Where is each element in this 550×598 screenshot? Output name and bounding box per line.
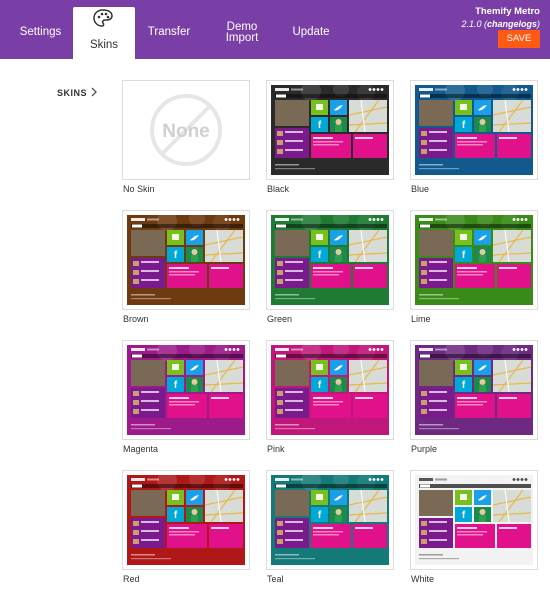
- theme-version-prefix: 2.1.0 (: [461, 19, 487, 29]
- skin-name: No Skin: [123, 184, 155, 194]
- skin-preview-image: f: [127, 215, 245, 305]
- skin-preview-image: f: [415, 475, 533, 565]
- skin-preview-image: f: [415, 215, 533, 305]
- chevron-right-icon: [91, 87, 97, 97]
- tab-update[interactable]: Update: [278, 0, 344, 59]
- skin-preview-image: f: [127, 345, 245, 435]
- changelogs-link[interactable]: changelogs: [487, 19, 537, 29]
- skin-thumbnail[interactable]: f: [122, 340, 250, 440]
- skin-name: Teal: [267, 574, 284, 584]
- theme-version: 2.1.0 (changelogs): [461, 18, 540, 30]
- skin-thumbnail[interactable]: f: [266, 340, 394, 440]
- skin-preview-image: f: [415, 85, 533, 175]
- no-skin-icon: None: [150, 94, 222, 166]
- skin-name: Purple: [411, 444, 438, 454]
- skin-preview-image: f: [271, 85, 389, 175]
- tab-transfer[interactable]: Transfer: [135, 0, 203, 59]
- tab-update-label: Update: [292, 26, 330, 38]
- tab-skins[interactable]: Skins: [73, 7, 135, 59]
- skin-thumbnail[interactable]: None: [122, 80, 250, 180]
- top-bar: Settings Skins Transfer Demo Import Upda…: [0, 0, 550, 59]
- skin-thumbnail[interactable]: f: [122, 470, 250, 570]
- theme-version-suffix: ): [537, 19, 540, 29]
- skin-thumbnail[interactable]: f: [410, 210, 538, 310]
- skin-thumbnail[interactable]: f: [266, 470, 394, 570]
- skin-thumbnail[interactable]: f: [410, 80, 538, 180]
- tab-demo-import[interactable]: Demo Import: [207, 0, 277, 59]
- skin-preview-image: f: [415, 345, 533, 435]
- sidebar-item-skins[interactable]: SKINS: [57, 88, 87, 98]
- skin-thumbnail[interactable]: f: [266, 210, 394, 310]
- skin-thumbnail[interactable]: f: [410, 470, 538, 570]
- tab-demo-import-label-2: Import: [225, 32, 259, 44]
- skin-preview-image: f: [271, 215, 389, 305]
- none-text: None: [162, 121, 210, 142]
- skin-name: White: [411, 574, 435, 584]
- skin-preview-image: f: [271, 345, 389, 435]
- skin-preview-image: f: [271, 475, 389, 565]
- save-button[interactable]: SAVE: [498, 30, 540, 48]
- theme-name: Themify Metro: [475, 6, 540, 17]
- skin-name: Green: [267, 314, 293, 324]
- skin-name: Brown: [123, 314, 149, 324]
- skin-preview-image: f: [127, 475, 245, 565]
- skin-name: Blue: [411, 184, 430, 194]
- skin-name: Red: [123, 574, 140, 584]
- tab-settings[interactable]: Settings: [8, 0, 73, 59]
- skin-thumbnail[interactable]: f: [266, 80, 394, 180]
- skin-name: Lime: [411, 314, 431, 324]
- skin-name: Black: [267, 184, 290, 194]
- skin-thumbnail[interactable]: f: [410, 340, 538, 440]
- skin-name: Magenta: [123, 444, 159, 454]
- tab-settings-label: Settings: [19, 26, 62, 38]
- skin-name: Pink: [267, 444, 285, 454]
- tab-skins-label: Skins: [89, 39, 119, 51]
- tab-transfer-label: Transfer: [147, 26, 191, 38]
- skin-thumbnail[interactable]: f: [122, 210, 250, 310]
- theme-info: Themify Metro 2.1.0 (changelogs): [461, 6, 540, 30]
- no-skin-preview: None: [127, 85, 245, 175]
- palette-icon: [93, 9, 113, 27]
